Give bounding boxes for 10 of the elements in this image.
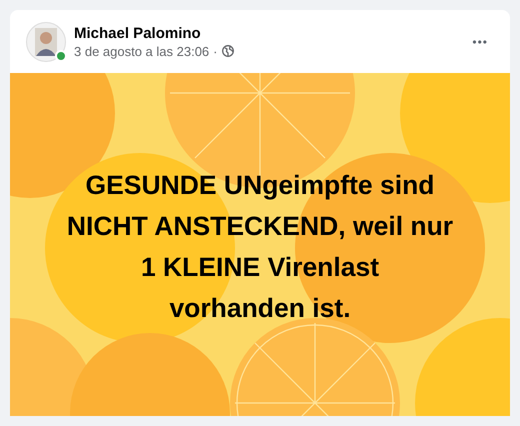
author-name[interactable]: Michael Palomino: [74, 24, 466, 42]
post-text-line: NICHT ANSTECKEND, weil nur: [66, 210, 454, 243]
post-timestamp[interactable]: 3 de agosto a las 23:06: [74, 44, 210, 58]
post-text-line: GESUNDE UNgeimpfte sind: [86, 169, 434, 202]
separator: ·: [213, 44, 218, 58]
post-text-line: vorhanden ist.: [169, 292, 351, 325]
avatar[interactable]: [26, 22, 66, 62]
post-text-line: 1 KLEINE Virenlast: [140, 251, 380, 284]
more-options-button[interactable]: •••: [466, 30, 494, 52]
globe-icon: [222, 45, 234, 57]
